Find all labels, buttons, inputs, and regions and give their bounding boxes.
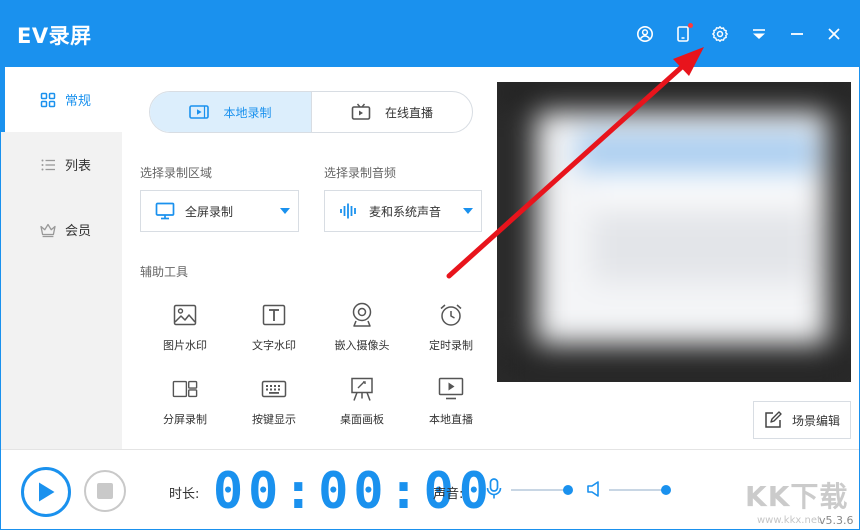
keyboard-icon [261, 376, 287, 402]
speaker-icon[interactable] [586, 480, 602, 498]
tool-image-watermark[interactable]: 图片水印 [145, 302, 225, 362]
record-audio-label: 选择录制音频 [324, 166, 397, 180]
tool-label: 定时录制 [429, 339, 473, 352]
tool-local-live[interactable]: 本地直播 [411, 376, 491, 436]
tool-label: 本地直播 [429, 413, 473, 426]
record-area-label: 选择录制区域 [140, 166, 213, 180]
text-icon [261, 302, 287, 328]
tv-icon [351, 103, 371, 121]
tool-label: 按键显示 [252, 413, 296, 426]
tool-desktop-board[interactable]: 桌面画板 [322, 376, 402, 436]
preview-area [497, 82, 851, 382]
sidebar-item-label: 会员 [65, 224, 92, 239]
stop-icon [97, 483, 113, 499]
close-icon[interactable] [822, 22, 846, 46]
scene-edit-button[interactable]: 场景编辑 [753, 401, 851, 439]
record-area-select[interactable]: 全屏录制 [140, 190, 299, 232]
mic-volume-slider[interactable] [511, 485, 573, 495]
chevron-down-icon [463, 208, 473, 214]
video-play-icon [189, 104, 210, 120]
microphone-icon[interactable] [486, 478, 502, 500]
app-title: EV录屏 [17, 24, 92, 48]
mic-volume-knob[interactable] [563, 485, 573, 495]
tab-label: 在线直播 [384, 105, 433, 120]
mode-tabs: 本地录制 在线直播 [149, 91, 473, 133]
crown-icon [39, 221, 57, 239]
tool-scheduled-record[interactable]: 定时录制 [411, 302, 491, 362]
tab-online-live[interactable]: 在线直播 [311, 92, 472, 132]
stop-record-button[interactable] [84, 470, 126, 512]
sidebar-item-list[interactable]: 列表 [1, 132, 122, 197]
tool-label: 桌面画板 [340, 413, 384, 426]
notification-dot [688, 23, 693, 28]
list-icon [39, 156, 57, 174]
sidebar-item-general[interactable]: 常规 [1, 67, 122, 132]
minimize-icon[interactable] [785, 22, 809, 46]
record-area-value: 全屏录制 [185, 204, 234, 219]
gear-icon[interactable] [708, 22, 732, 46]
speaker-volume-knob[interactable] [661, 485, 671, 495]
webcam-icon [349, 302, 375, 328]
split-screen-icon [172, 376, 198, 402]
tools-label: 辅助工具 [140, 265, 189, 279]
start-record-button[interactable] [21, 467, 71, 517]
title-bar: EV录屏 [1, 1, 859, 67]
scene-edit-label: 场景编辑 [791, 413, 840, 428]
tool-key-display[interactable]: 按键显示 [234, 376, 314, 436]
image-icon [172, 302, 198, 328]
app-window: EV录屏 常规 列表 会员 本地录制 在线直播 选择录制区域 选择录制音频 全屏… [0, 0, 860, 530]
sidebar: 常规 列表 会员 [1, 67, 122, 449]
tool-text-watermark[interactable]: 文字水印 [234, 302, 314, 362]
tool-label: 嵌入摄像头 [334, 339, 390, 352]
waveform-icon [339, 202, 359, 220]
chevron-down-icon [280, 208, 290, 214]
bottom-bar: 时长: 00:00:00 声音: v5.3.6 [1, 449, 859, 529]
tool-embed-webcam[interactable]: 嵌入摄像头 [322, 302, 402, 362]
preview-blurred-screen [497, 82, 851, 382]
dropdown-menu-icon[interactable] [747, 22, 771, 46]
sidebar-item-member[interactable]: 会员 [1, 197, 122, 262]
edit-icon [764, 411, 782, 429]
duration-label: 时长: [169, 487, 200, 502]
record-audio-select[interactable]: 麦和系统声音 [324, 190, 482, 232]
play-icon [36, 481, 56, 503]
monitor-icon [155, 202, 175, 220]
tab-label: 本地录制 [223, 105, 272, 120]
tool-label: 图片水印 [163, 339, 207, 352]
easel-icon [349, 376, 375, 402]
phone-notification-icon[interactable] [671, 22, 695, 46]
speaker-volume-slider[interactable] [609, 485, 671, 495]
user-icon[interactable] [633, 22, 657, 46]
tool-split-screen[interactable]: 分屏录制 [145, 376, 225, 436]
screen-play-icon [438, 376, 464, 402]
tab-local-record[interactable]: 本地录制 [150, 92, 311, 132]
tool-label: 文字水印 [252, 339, 296, 352]
alarm-clock-icon [438, 302, 464, 328]
grid-icon [39, 91, 57, 109]
tool-label: 分屏录制 [163, 413, 207, 426]
sidebar-item-label: 常规 [65, 94, 92, 109]
record-audio-value: 麦和系统声音 [369, 204, 442, 219]
sidebar-item-label: 列表 [65, 159, 92, 174]
version-label: v5.3.6 [819, 514, 854, 527]
volume-label: 声音: [433, 487, 464, 502]
